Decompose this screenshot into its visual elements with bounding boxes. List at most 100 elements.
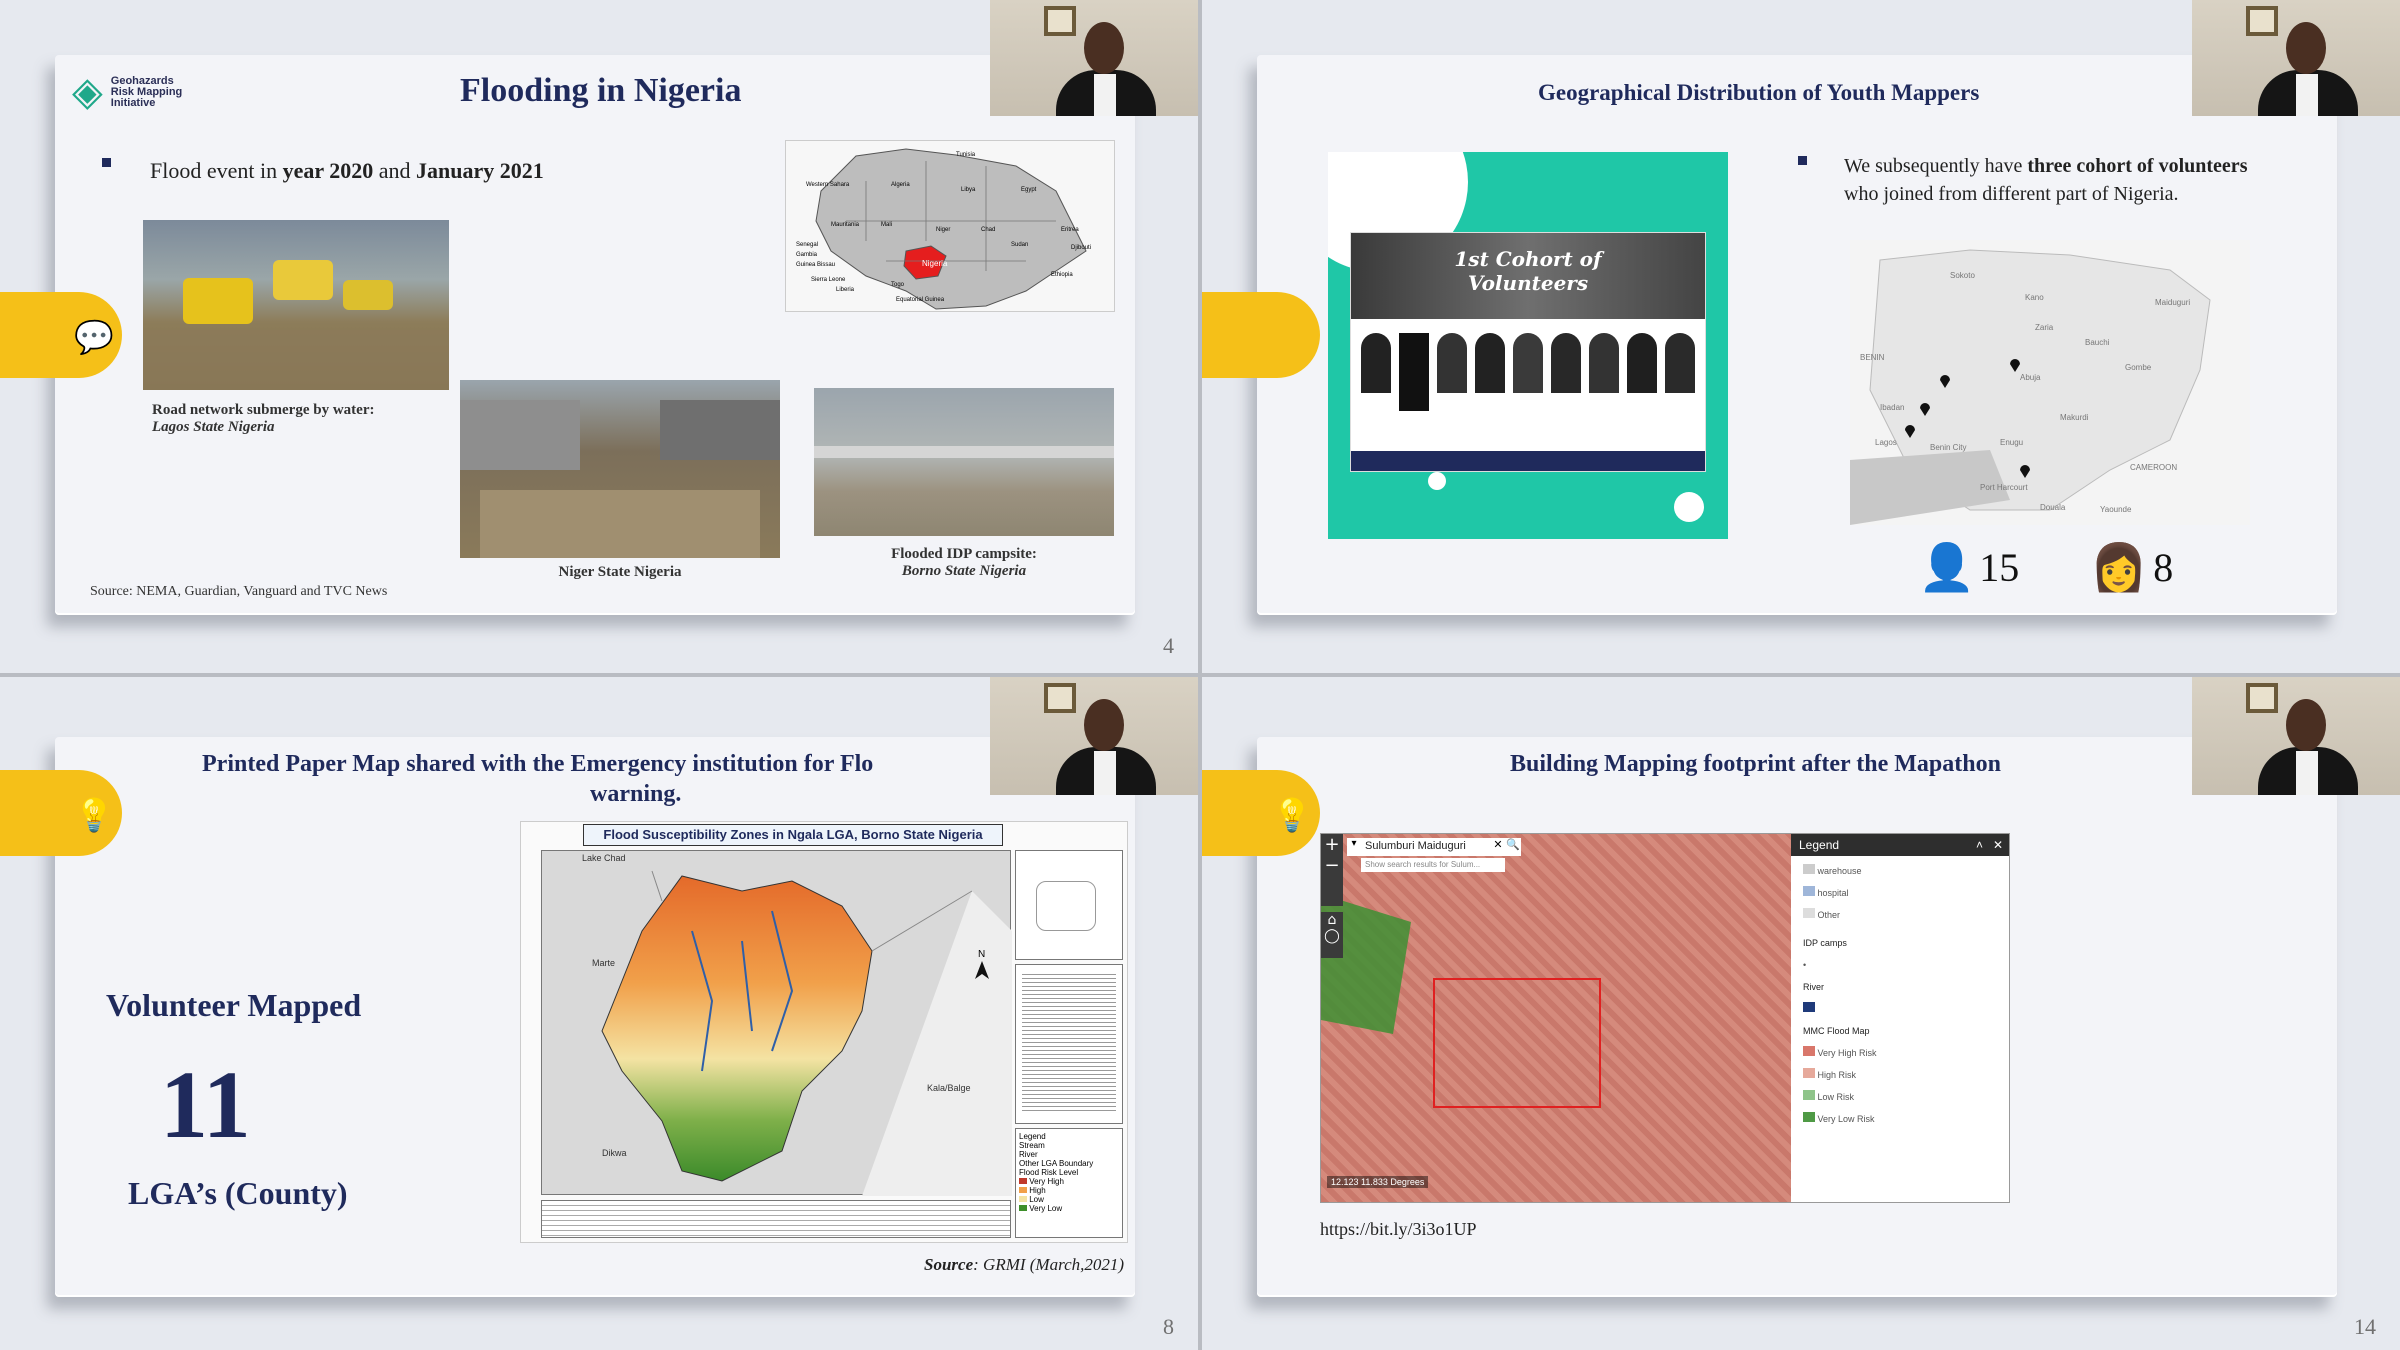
legend-panel: Legend ˄ ✕ warehouse hospital Other IDP … <box>1791 834 2009 1202</box>
svg-text:Mali: Mali <box>881 222 892 228</box>
map-legend: Legend Stream River Other LGA Boundary F… <box>1015 1128 1123 1238</box>
flood-map-svg: Lake Chad Marte Dikwa Kala/Balge N <box>582 853 1012 1196</box>
comment-tab[interactable] <box>1202 292 1320 378</box>
comment-tab[interactable]: 💬 <box>0 292 122 378</box>
svg-text:Yaounde: Yaounde <box>2100 505 2132 514</box>
legend-mmc-flood-map: MMC Flood Map <box>1803 1026 1870 1036</box>
cohort-card: 1st Cohort of Volunteers <box>1350 232 1706 472</box>
selected-area <box>1433 978 1601 1108</box>
lightbulb-icon: 💡 <box>74 796 114 834</box>
map-title: Flood Susceptibility Zones in Ngala LGA,… <box>583 824 1003 846</box>
webcam-presenter <box>2192 0 2400 116</box>
page-number: 14 <box>2354 1314 2376 1339</box>
zoom-controls[interactable]: + − <box>1321 834 1343 906</box>
lga-count: 11 <box>160 1051 251 1158</box>
svg-text:Tunisia: Tunisia <box>956 152 976 158</box>
legend-title: Legend <box>1799 838 1840 852</box>
web-map-viewer[interactable]: + − ⌂ ◯ ▾ Sulumburi Maiduguri ✕ 🔍 Show sea… <box>1320 833 2010 1203</box>
legend-idp-camps: IDP camps <box>1803 938 1847 948</box>
svg-text:Gombe: Gombe <box>2125 363 2152 372</box>
svg-text:Sierra Leone: Sierra Leone <box>811 277 846 283</box>
svg-text:Djibouti: Djibouti <box>1071 245 1091 251</box>
male-count-stat: 👤 15 <box>1918 540 2019 595</box>
svg-text:Senegal: Senegal <box>796 242 818 248</box>
legend-river: River <box>1803 982 1825 992</box>
svg-text:Algeria: Algeria <box>891 182 910 188</box>
lga-label: LGA’s (County) <box>128 1175 348 1211</box>
svg-text:Lagos: Lagos <box>1875 438 1897 447</box>
zoom-in-icon[interactable]: + <box>1321 834 1343 855</box>
svg-text:Sokoto: Sokoto <box>1950 271 1975 280</box>
svg-text:Kala/Balge: Kala/Balge <box>927 1083 971 1093</box>
cohort-subtitle: Volunteers <box>1467 271 1589 295</box>
svg-text:Bauchi: Bauchi <box>2085 338 2110 347</box>
svg-text:Port Harcourt: Port Harcourt <box>1980 483 2028 492</box>
svg-text:Egypt: Egypt <box>1021 187 1037 193</box>
slide-title-line2: warning. <box>590 781 682 807</box>
bullet-text: We subsequently have three cohort of vol… <box>1844 155 2248 205</box>
grmi-logo: ◈ Geohazards Risk Mapping Initiative <box>72 72 191 112</box>
collapse-icon[interactable]: ˄ <box>1976 838 1983 852</box>
idea-tab[interactable]: 💡 <box>1202 770 1320 856</box>
slide-panel-building-footprint: 💡 Building Mapping footprint after the M… <box>1202 677 2400 1350</box>
search-icon[interactable]: 🔍 <box>1505 838 1521 856</box>
legend-very-low: Very Low <box>1029 1204 1063 1213</box>
idea-tab[interactable]: 💡 <box>0 770 122 856</box>
svg-text:Gambia: Gambia <box>796 252 818 258</box>
male-count: 15 <box>1979 545 2020 590</box>
legend-flood-level: Flood Risk Level <box>1019 1168 1079 1177</box>
page-number: 8 <box>1163 1314 1174 1339</box>
svg-text:Maiduguri: Maiduguri <box>2155 298 2190 307</box>
speech-bubble-icon: 💬 <box>74 318 114 356</box>
africa-map-svg: Nigeria Tunisia Western Sahara Algeria L… <box>796 148 1091 310</box>
photo-borno-campsite <box>814 388 1114 536</box>
locate-icon[interactable]: ◯ <box>1321 928 1343 944</box>
map-frame: Lake Chad Marte Dikwa Kala/Balge N <box>541 850 1012 1196</box>
legend-lga-boundary: Other LGA Boundary <box>1019 1159 1094 1168</box>
home-icon[interactable]: ⌂ <box>1321 912 1343 928</box>
map-search-input[interactable]: Sulumburi Maiduguri <box>1361 838 1491 856</box>
coordinate-readout: 12.123 11.833 Degrees <box>1327 1176 1429 1188</box>
cohort-poster: 1st Cohort of Volunteers <box>1328 152 1728 539</box>
source-note: Source: NEMA, Guardian, Vanguard and TVC… <box>90 584 388 599</box>
svg-text:Ethiopia: Ethiopia <box>1051 272 1073 278</box>
photo-lagos-flood <box>143 220 449 390</box>
map-link[interactable]: https://bit.ly/3i3o1UP <box>1320 1219 1477 1240</box>
svg-text:Enugu: Enugu <box>2000 438 2023 447</box>
photo-niger-flood <box>460 380 780 558</box>
close-icon[interactable]: ✕ <box>1993 838 2003 852</box>
svg-text:Eritrea: Eritrea <box>1061 227 1079 233</box>
webcam-presenter <box>990 0 1198 116</box>
legend-hospital: hospital <box>1817 888 1849 898</box>
caption-niger: Niger State Nigeria <box>558 564 682 580</box>
diamond-logo-icon: ◈ <box>72 69 103 115</box>
map-footer-notes <box>541 1200 1011 1238</box>
volunteer-label: Volunteer Mapped <box>106 987 362 1023</box>
search-dropdown-icon[interactable]: ▾ <box>1347 838 1361 856</box>
svg-text:Marte: Marte <box>592 958 615 968</box>
clear-search-icon[interactable]: ✕ <box>1491 838 1505 856</box>
svg-text:Western Sahara: Western Sahara <box>806 182 850 188</box>
map-tools[interactable]: ⌂ ◯ <box>1321 912 1343 958</box>
volunteer-photos <box>1351 319 1705 411</box>
svg-text:Nigeria: Nigeria <box>922 259 948 268</box>
svg-text:CAMEROON: CAMEROON <box>2130 463 2177 472</box>
svg-text:Chad: Chad <box>981 227 995 233</box>
legend-stream: Stream <box>1019 1141 1045 1150</box>
webcam-presenter <box>990 677 1198 795</box>
caption-lagos: Road network submerge by water: Lagos Sta… <box>152 402 375 435</box>
map-description <box>1015 964 1123 1124</box>
female-person-icon: 👩 <box>2090 540 2148 594</box>
idp-point-icon: • <box>1803 960 1807 970</box>
nigeria-map: Sokoto Kano Maiduguri Zaria Bauchi Abuja Go… <box>1850 240 2250 525</box>
svg-text:Togo: Togo <box>891 282 905 288</box>
search-suggestion[interactable]: Show search results for Sulum... <box>1361 858 1505 872</box>
svg-text:Abuja: Abuja <box>2020 373 2041 382</box>
legend-title: Legend <box>1019 1132 1046 1141</box>
zoom-out-icon[interactable]: − <box>1321 855 1343 876</box>
flood-susceptibility-map: Flood Susceptibility Zones in Ngala LGA,… <box>520 821 1128 1243</box>
bullet-marker <box>1798 156 1807 165</box>
page-number: 4 <box>1163 633 1174 658</box>
svg-text:Mauritania: Mauritania <box>831 222 860 228</box>
legend-low: Low <box>1029 1195 1044 1204</box>
